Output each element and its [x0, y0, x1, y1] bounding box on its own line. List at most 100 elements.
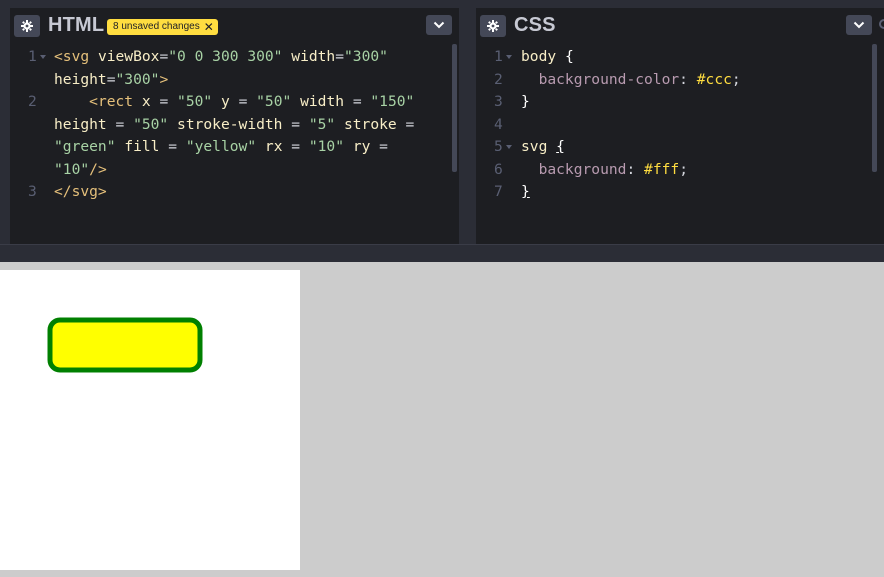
editor-resize-handle[interactable]: [459, 8, 476, 244]
code-token: fill: [124, 138, 160, 155]
html-code-line: height = "50" stroke-width = "5" stroke …: [10, 114, 414, 137]
code-text: "10"/>: [10, 161, 107, 178]
code-token: rx: [264, 138, 283, 155]
code-token: :: [679, 70, 697, 88]
css-editor-panel: CSS 1 body {2 background-color: #ccc; 3} 4 …: [476, 8, 884, 244]
code-token: viewBox: [97, 48, 160, 65]
unsaved-changes-badge[interactable]: 8 unsaved changes ✕: [107, 19, 218, 35]
code-token: "300": [344, 48, 388, 65]
code-token: "10": [54, 160, 90, 178]
css-code-editor[interactable]: 1 body {2 background-color: #ccc; 3} 4 5 svg…: [476, 46, 741, 204]
code-text: <rect x = "50" y = "50" width = "150": [10, 93, 414, 110]
html-code-line: 2 <rect x = "50" y = "50" width = "150": [10, 91, 414, 114]
code-token: "150": [370, 93, 415, 110]
css-code-line: 6 background: #fff;: [476, 159, 741, 182]
code-token: =: [396, 115, 415, 133]
css-code-line: 3}: [476, 91, 741, 114]
css-code-line: 2 background-color: #ccc;: [476, 69, 741, 92]
preview-svg: [47, 317, 203, 373]
gear-icon: [487, 20, 499, 32]
css-editor-scrollbar[interactable]: [872, 44, 877, 172]
gear-icon: [21, 20, 33, 32]
html-settings-button[interactable]: [14, 15, 40, 37]
html-editor-panel: HTML 8 unsaved changes ✕ 1 <svg viewBox="…: [10, 8, 459, 244]
code-token: "50": [256, 93, 292, 110]
code-text: background-color: #ccc;: [476, 71, 741, 88]
css-code-line: 1 body {: [476, 46, 741, 69]
code-token: "50": [177, 93, 213, 110]
preview-resize-bar[interactable]: [0, 244, 884, 262]
chevron-down-icon: [433, 21, 445, 29]
svg-canvas: [0, 270, 300, 570]
code-token: svg: [521, 138, 548, 155]
code-token: background-color: [538, 70, 680, 88]
code-token: =: [335, 48, 345, 65]
preview-rect: [47, 317, 203, 373]
css-settings-button[interactable]: [480, 15, 506, 37]
css-panel-menu-button[interactable]: [846, 15, 872, 35]
code-token: ;: [731, 70, 741, 88]
code-token: "0 0 300 300": [168, 48, 283, 65]
result-preview: [0, 262, 884, 577]
code-token: />: [89, 160, 107, 178]
html-code-line: 3 </svg>: [10, 181, 414, 204]
code-token: width: [291, 48, 336, 65]
code-token: x: [141, 93, 151, 110]
code-token: {: [564, 48, 574, 65]
line-number: 6: [494, 160, 503, 178]
code-token: stroke-width: [177, 115, 283, 133]
code-token: stroke: [343, 115, 397, 133]
code-token: }: [521, 183, 530, 200]
code-token: #fff: [644, 160, 680, 178]
html-editor-scrollbar[interactable]: [452, 44, 457, 172]
divider-line: [0, 244, 884, 245]
code-token: =: [344, 93, 371, 110]
top-bar: [0, 0, 884, 8]
code-token: =: [106, 115, 134, 133]
code-token: "green": [54, 138, 116, 155]
html-code-line: "10"/>: [10, 159, 414, 182]
code-token: =: [159, 138, 186, 155]
css-panel-header: CSS: [476, 8, 884, 42]
css-code-line: 4: [476, 114, 741, 137]
fold-arrow-icon[interactable]: [40, 55, 46, 59]
html-code-editor[interactable]: 1 <svg viewBox="0 0 300 300" width="300" h…: [10, 46, 414, 204]
unsaved-changes-text: 8 unsaved changes: [113, 21, 200, 32]
left-gutter: [0, 8, 10, 244]
html-code-line: "green" fill = "yellow" rx = "10" ry =: [10, 136, 414, 159]
css-code-line: 7}: [476, 181, 741, 204]
line-number: 2: [28, 93, 37, 110]
html-panel-title: HTML: [48, 14, 105, 36]
code-token: #ccc: [696, 70, 732, 88]
line-number: 4: [494, 115, 503, 133]
html-panel-header: HTML 8 unsaved changes ✕: [10, 8, 459, 42]
code-text: <svg viewBox="0 0 300 300" width="300": [10, 48, 388, 65]
fold-arrow-icon[interactable]: [506, 145, 512, 149]
code-token: =: [229, 93, 257, 110]
fold-arrow-icon[interactable]: [506, 55, 512, 59]
code-token: height: [54, 70, 107, 88]
code-token: =: [282, 115, 309, 133]
close-icon[interactable]: ✕: [204, 19, 214, 35]
gear-icon[interactable]: [878, 17, 884, 31]
code-token: {: [556, 138, 565, 155]
code-token: =: [150, 93, 178, 110]
code-text: height="300">: [10, 71, 168, 88]
code-token: width: [300, 93, 345, 110]
code-token: height: [54, 115, 107, 133]
code-token: "10": [308, 138, 345, 155]
html-code-line: 1 <svg viewBox="0 0 300 300" width="300": [10, 46, 414, 69]
line-number: 7: [494, 183, 503, 200]
code-token: background: [538, 160, 627, 178]
html-panel-menu-button[interactable]: [426, 15, 452, 35]
